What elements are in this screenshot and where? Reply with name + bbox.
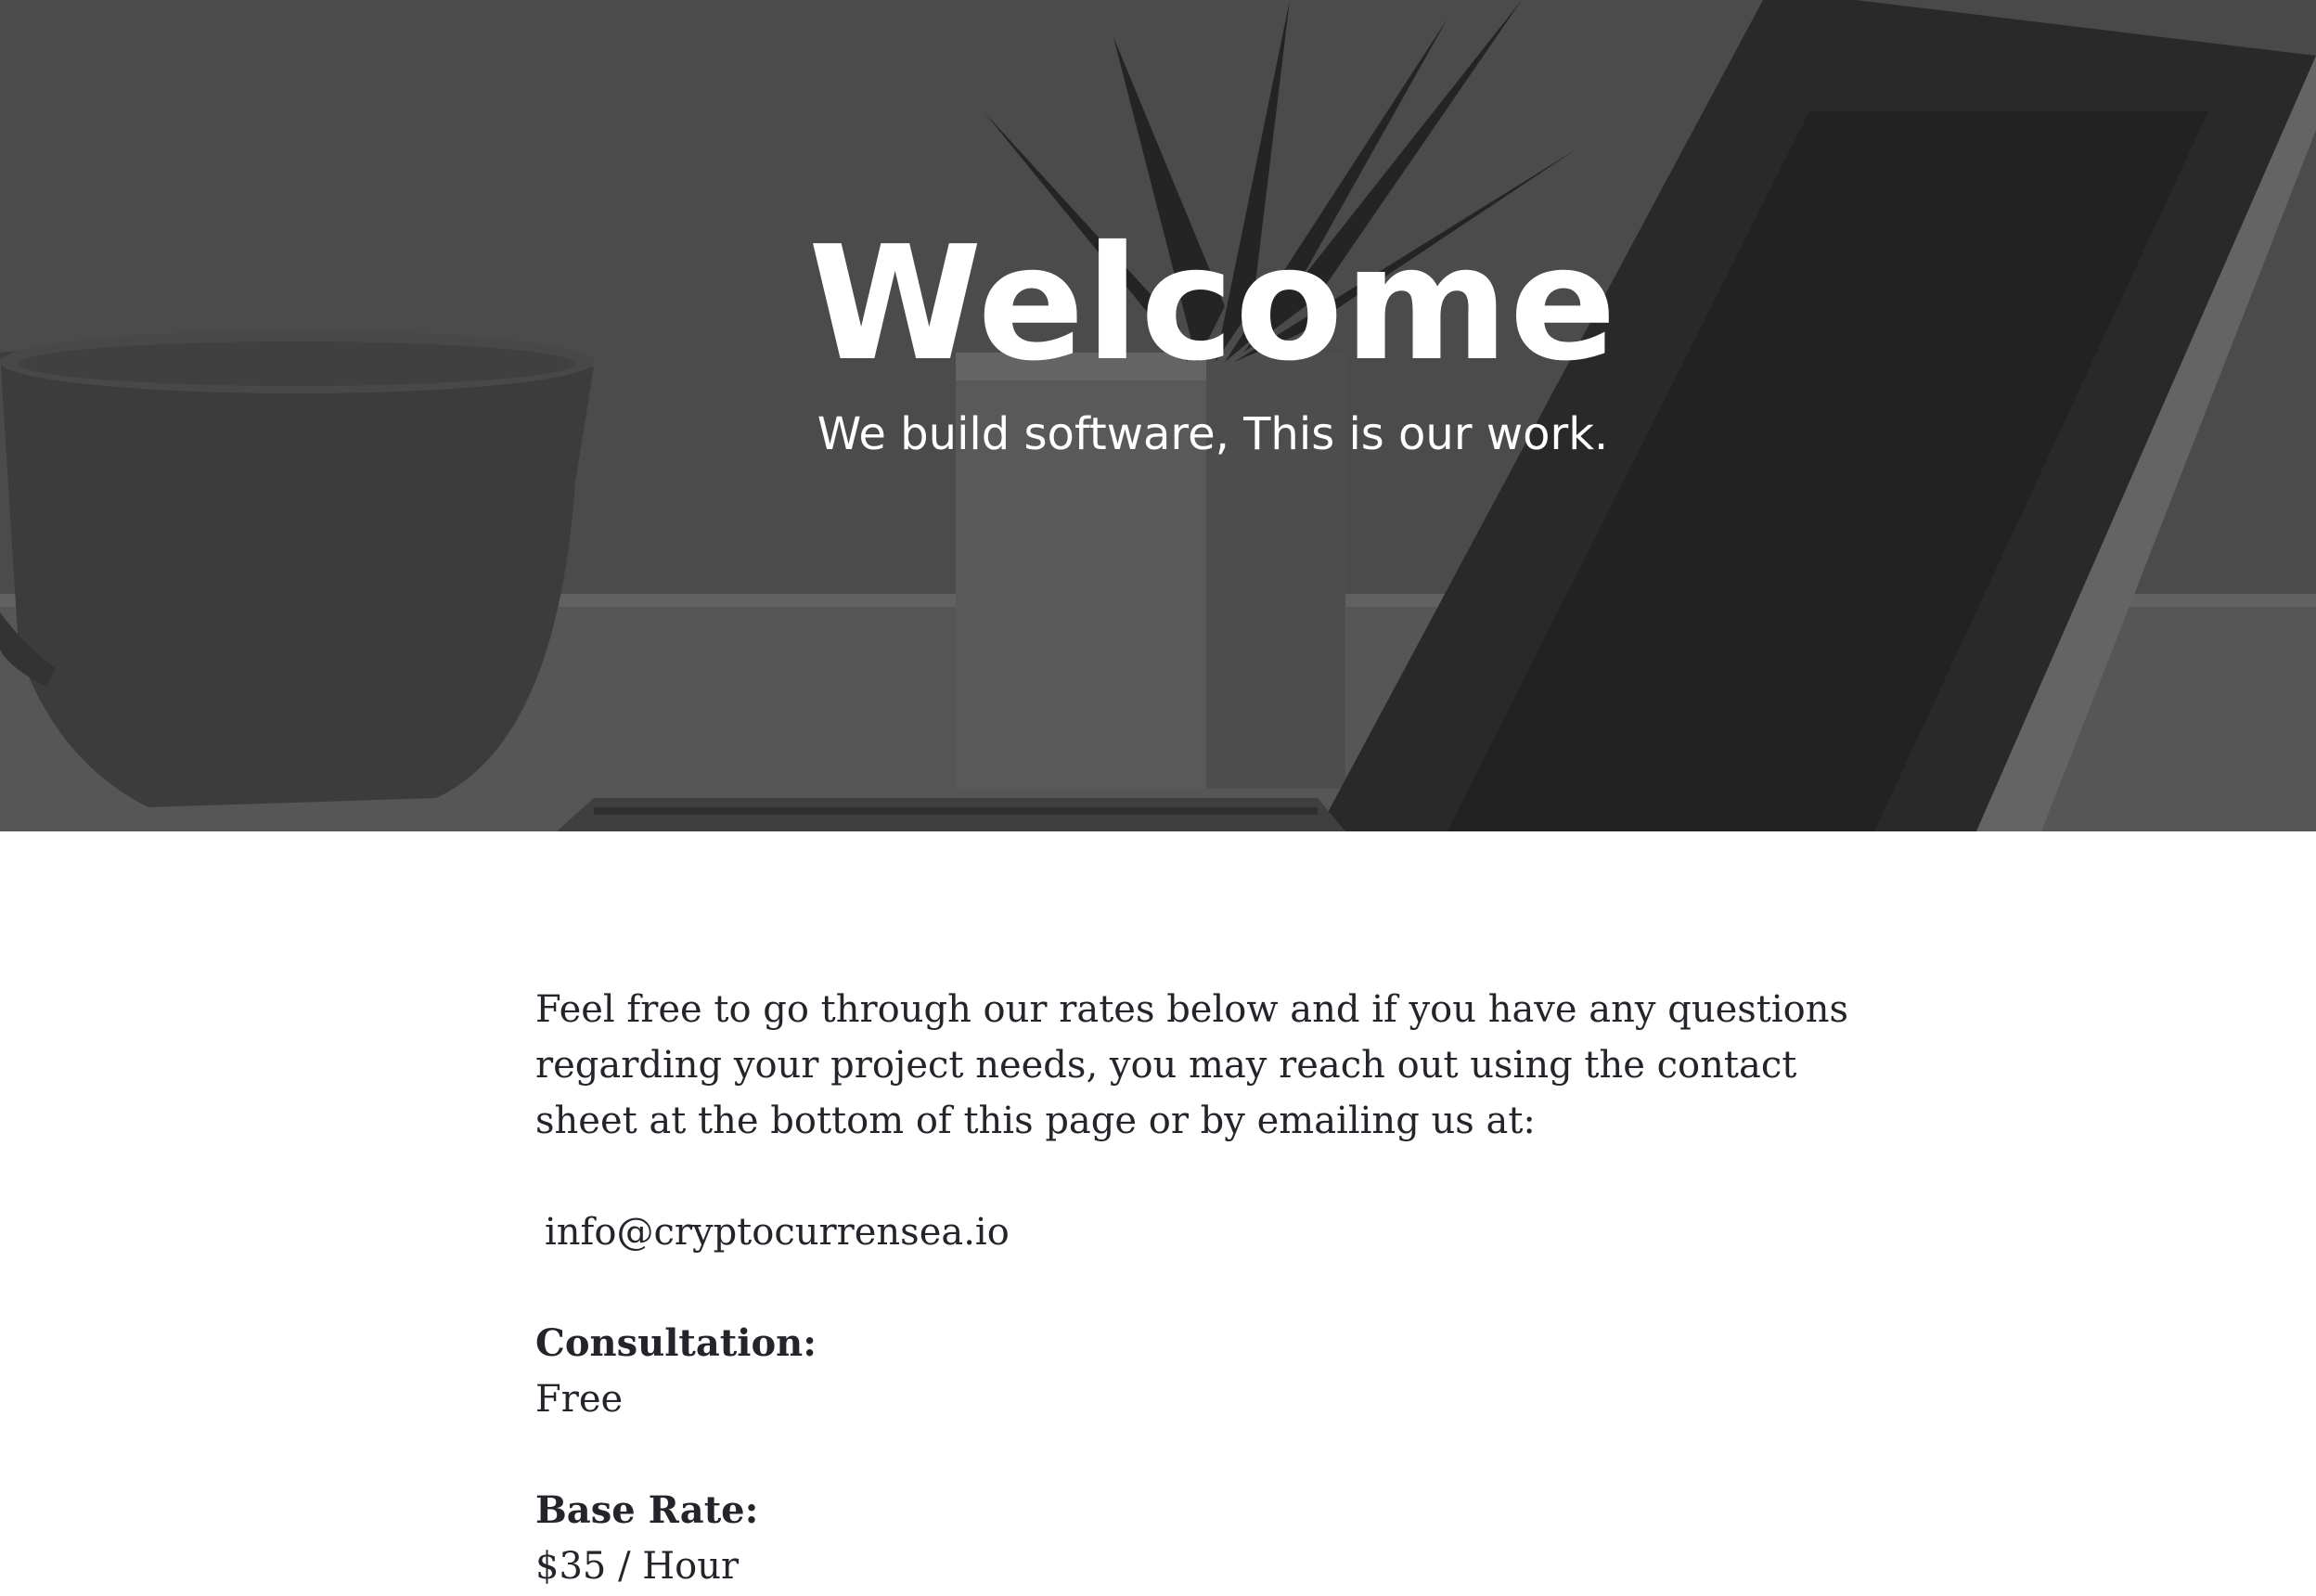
hero-title: Welcome xyxy=(807,212,1618,396)
hero-banner: Welcome We build software, This is our w… xyxy=(0,0,2316,831)
rate-label-base-rate: Base Rate: xyxy=(535,1488,759,1532)
rate-label-consultation: Consultation: xyxy=(535,1321,817,1365)
intro-paragraph: Feel free to go through our rates below … xyxy=(535,988,1849,1142)
hero-subtitle: We build software, This is our work. xyxy=(817,408,1609,460)
rates-section: Feel free to go through our rates below … xyxy=(535,982,1872,1596)
rate-value-base-rate: $35 / Hour xyxy=(535,1545,740,1588)
contact-email: info@cryptocurrensea.io xyxy=(545,1211,1010,1254)
rate-value-consultation: Free xyxy=(535,1378,624,1421)
page: Welcome We build software, This is our w… xyxy=(0,0,2316,1596)
